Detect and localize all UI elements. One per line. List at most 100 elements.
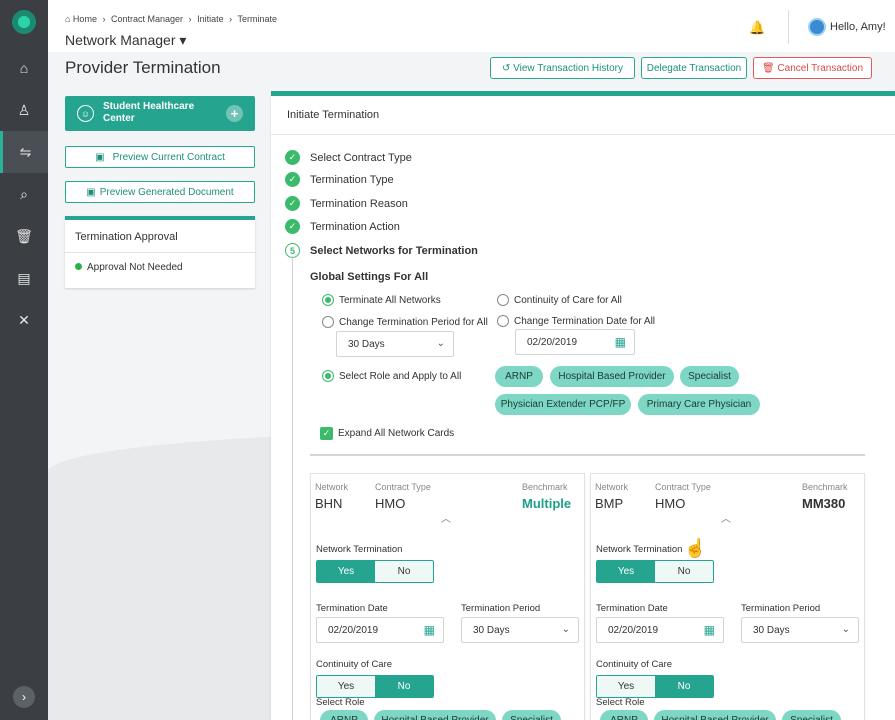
network-icon[interactable]: ♙ xyxy=(0,89,48,131)
approval-status: Approval Not Needed xyxy=(75,262,183,273)
radio-label: Change Termination Period for All xyxy=(339,316,488,328)
document-icon: ▣ xyxy=(86,186,96,198)
step-connector-line xyxy=(292,256,293,720)
step-label: Select Networks for Termination xyxy=(310,244,478,257)
step-termination-type[interactable]: ✓ Termination Type xyxy=(285,172,394,187)
step-select-contract-type[interactable]: ✓ Select Contract Type xyxy=(285,150,412,165)
network-termination-toggle[interactable]: Yes No xyxy=(596,560,714,583)
continuity-of-care-label: Continuity of Care xyxy=(316,659,393,670)
role-chip-arnp[interactable]: ARNP xyxy=(495,366,543,387)
radio-circle xyxy=(497,294,509,306)
toggle-yes[interactable]: Yes xyxy=(597,676,655,697)
network-card-bmp: Network Contract Type Benchmark BMP HMO … xyxy=(590,473,865,720)
continuity-of-care-toggle[interactable]: Yes No xyxy=(316,675,434,698)
transfer-icon[interactable]: ⇋ xyxy=(0,131,48,173)
radio-label: Select Role and Apply to All xyxy=(339,370,462,382)
card-termination-date-input[interactable]: 02/20/2019 ▦ xyxy=(596,617,724,643)
expand-all-network-cards-checkbox[interactable]: ✓ Expand All Network Cards xyxy=(320,427,454,440)
network-manager-dropdown[interactable]: Network Manager ▾ xyxy=(65,32,186,49)
toggle-no[interactable]: No xyxy=(375,561,433,582)
network-value: BMP xyxy=(595,496,624,511)
app-logo[interactable] xyxy=(10,8,38,36)
step-termination-action[interactable]: ✓ Termination Action xyxy=(285,219,400,234)
provider-card[interactable]: ☺ Student Healthcare Center + xyxy=(65,96,255,131)
checkbox-checked-icon: ✓ xyxy=(320,427,333,440)
calendar-icon[interactable]: ▦ xyxy=(704,623,715,637)
continuity-of-care-label: Continuity of Care xyxy=(596,659,673,670)
check-icon: ✓ xyxy=(285,172,300,187)
termination-date-input[interactable]: 02/20/2019 ▦ xyxy=(515,329,635,355)
toggle-yes[interactable]: Yes xyxy=(597,561,655,582)
card-termination-date-input[interactable]: 02/20/2019 ▦ xyxy=(316,617,444,643)
preview-current-contract-button[interactable]: ▣ Preview Current Contract xyxy=(65,146,255,168)
radio-label: Continuity of Care for All xyxy=(514,294,622,306)
radio-change-termination-period[interactable]: Change Termination Period for All xyxy=(322,316,488,328)
card-role-chip-specialist[interactable]: Specialist xyxy=(782,710,841,720)
select-role-label: Select Role xyxy=(316,697,365,708)
contract-type-value: HMO xyxy=(655,496,686,511)
document-icon[interactable]: ▤ xyxy=(0,257,48,299)
toggle-yes[interactable]: Yes xyxy=(317,676,375,697)
collapse-caret-icon[interactable]: ︿ xyxy=(721,510,731,525)
breadcrumb-initiate[interactable]: Initiate xyxy=(197,14,224,24)
add-provider-button[interactable]: + xyxy=(226,105,243,122)
card-role-chip-specialist[interactable]: Specialist xyxy=(502,710,561,720)
role-chip-physician-extender[interactable]: Physician Extender PCP/FP xyxy=(495,394,631,415)
preview-generated-document-button[interactable]: ▣ Preview Generated Document xyxy=(65,181,255,203)
cancel-transaction-button[interactable]: 🗑 Cancel Transaction xyxy=(753,57,872,79)
delegate-transaction-button[interactable]: Delegate Transaction xyxy=(641,57,747,79)
calendar-icon[interactable]: ▦ xyxy=(615,335,626,349)
user-greeting[interactable]: Hello, Amy! xyxy=(830,21,886,33)
benchmark-label: Benchmark xyxy=(802,482,848,492)
benchmark-value[interactable]: Multiple xyxy=(522,496,571,511)
left-nav-rail: ⌂ ♙ ⇋ ⌕ 🗑 ▤ ✕ › xyxy=(0,0,48,720)
global-settings-title: Global Settings For All xyxy=(310,271,429,283)
network-label: Network xyxy=(595,482,629,492)
breadcrumb-contract-manager[interactable]: Contract Manager xyxy=(111,14,183,24)
card-termination-period-select[interactable]: 30 Days ⌄ xyxy=(741,617,859,643)
termination-period-select[interactable]: 30 Days ⌄ xyxy=(336,331,454,357)
user-avatar[interactable] xyxy=(808,18,826,36)
card-role-chip-hospital-based-provider[interactable]: Hospital Based Provider xyxy=(374,710,496,720)
view-transaction-history-button[interactable]: ↺ View Transaction History xyxy=(490,57,635,79)
radio-select-role-apply-all[interactable]: Select Role and Apply to All xyxy=(322,370,461,382)
toggle-no[interactable]: No xyxy=(655,676,713,697)
card-role-chip-arnp[interactable]: ARNP xyxy=(600,710,648,720)
step-label: Termination Type xyxy=(310,173,394,186)
radio-terminate-all-networks[interactable]: Terminate All Networks xyxy=(322,294,441,306)
check-icon: ✓ xyxy=(285,150,300,165)
expand-rail-button[interactable]: › xyxy=(13,686,35,708)
card-termination-period-select[interactable]: 30 Days ⌄ xyxy=(461,617,579,643)
card-role-chip-hospital-based-provider[interactable]: Hospital Based Provider xyxy=(654,710,776,720)
radio-change-termination-date[interactable]: Change Termination Date for All xyxy=(497,315,655,327)
termination-date-label: Termination Date xyxy=(316,603,388,614)
step-label: Termination Action xyxy=(310,220,400,233)
role-chip-specialist[interactable]: Specialist xyxy=(680,366,739,387)
toggle-yes[interactable]: Yes xyxy=(317,561,375,582)
contract-type-label: Contract Type xyxy=(655,482,711,492)
tools-icon[interactable]: ✕ xyxy=(0,299,48,341)
home-icon[interactable]: ⌂ xyxy=(0,47,48,89)
radio-continuity-of-care-all[interactable]: Continuity of Care for All xyxy=(497,294,622,306)
approval-title: Termination Approval xyxy=(75,231,178,243)
role-chip-hospital-based-provider[interactable]: Hospital Based Provider xyxy=(550,366,674,387)
network-label: Network xyxy=(315,482,349,492)
radio-circle xyxy=(322,294,334,306)
document-icon: ▣ xyxy=(95,151,105,163)
trash-icon[interactable]: 🗑 xyxy=(0,215,48,257)
continuity-of-care-toggle[interactable]: Yes No xyxy=(596,675,714,698)
card-role-chip-arnp[interactable]: ARNP xyxy=(320,710,368,720)
step-select-networks[interactable]: 5 Select Networks for Termination xyxy=(285,243,478,258)
step-label: Select Contract Type xyxy=(310,151,412,164)
search-icon[interactable]: ⌕ xyxy=(0,173,48,215)
breadcrumb-home[interactable]: ⌂ Home xyxy=(65,14,97,24)
step-termination-reason[interactable]: ✓ Termination Reason xyxy=(285,196,408,211)
network-card-bhn: Network Contract Type Benchmark BHN HMO … xyxy=(310,473,585,720)
role-chip-primary-care-physician[interactable]: Primary Care Physician xyxy=(638,394,760,415)
network-termination-toggle[interactable]: Yes No xyxy=(316,560,434,583)
calendar-icon[interactable]: ▦ xyxy=(424,623,435,637)
notification-bell-icon[interactable]: 🔔 xyxy=(749,20,765,36)
collapse-caret-icon[interactable]: ︿ xyxy=(441,510,451,525)
toggle-no[interactable]: No xyxy=(375,676,433,697)
toggle-no[interactable]: No xyxy=(655,561,713,582)
